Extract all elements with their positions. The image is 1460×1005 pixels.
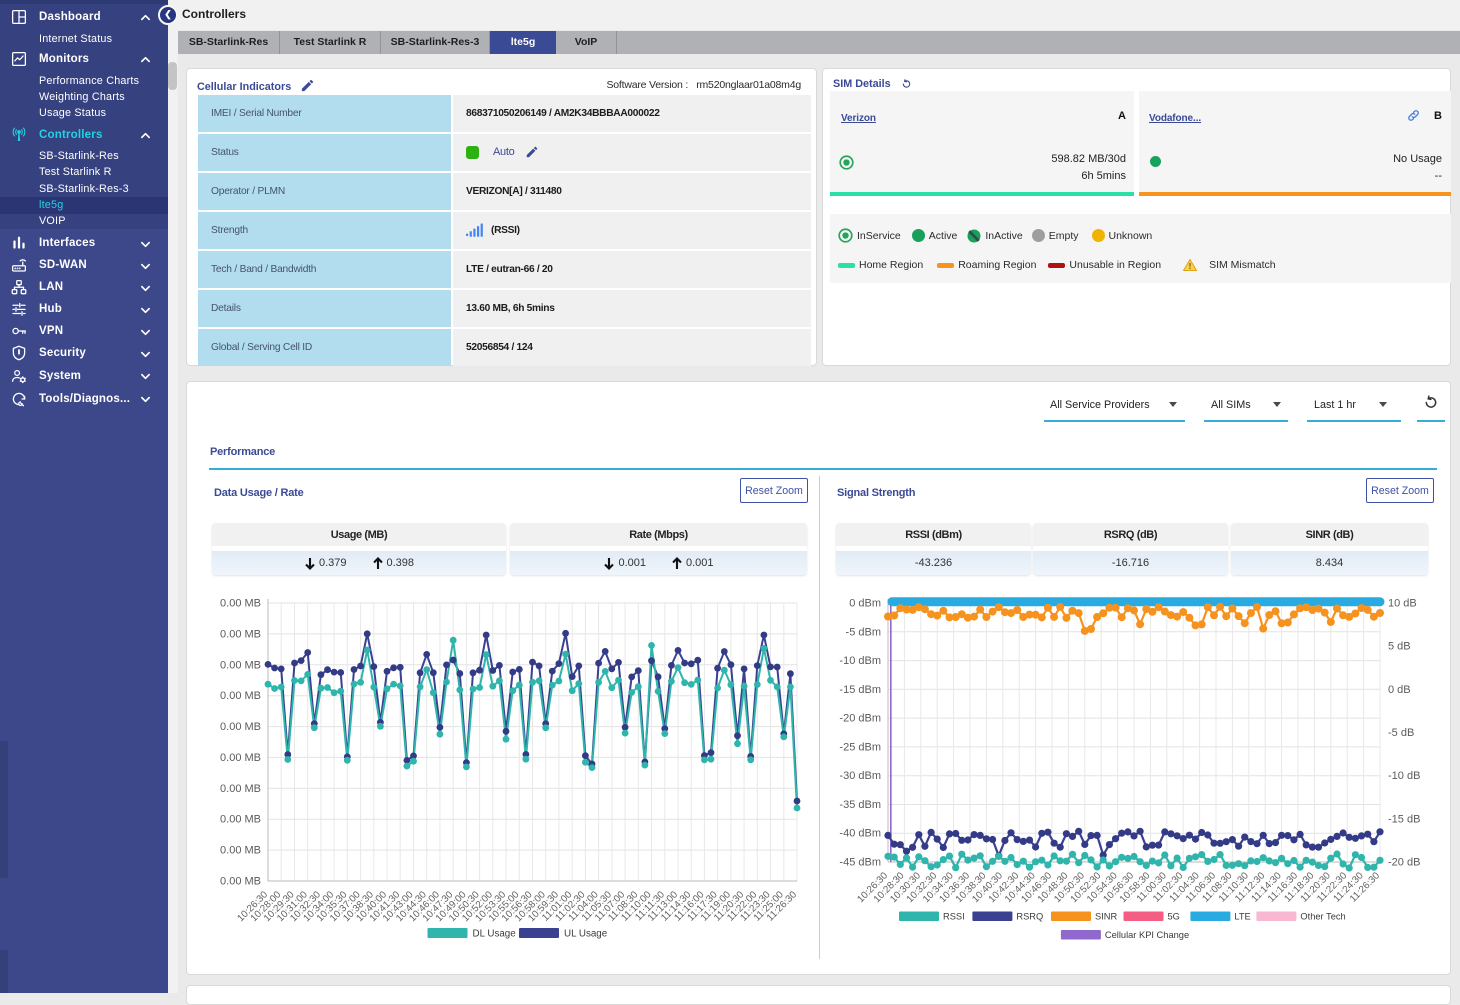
svg-text:Cellular KPI Change: Cellular KPI Change bbox=[1105, 930, 1189, 940]
svg-text:LTE: LTE bbox=[1234, 912, 1250, 922]
svg-text:-20 dBm: -20 dBm bbox=[839, 713, 881, 725]
svg-text:UL Usage: UL Usage bbox=[564, 929, 608, 940]
svg-text:-15 dBm: -15 dBm bbox=[839, 684, 881, 696]
svg-text:0.00 MB: 0.00 MB bbox=[220, 659, 261, 671]
svg-text:-30 dBm: -30 dBm bbox=[839, 770, 881, 782]
svg-text:DL Usage: DL Usage bbox=[473, 929, 517, 940]
svg-text:10 dB: 10 dB bbox=[1388, 598, 1417, 610]
svg-text:0.00 MB: 0.00 MB bbox=[220, 814, 261, 826]
svg-text:-20 dB: -20 dB bbox=[1388, 857, 1420, 869]
svg-text:0.00 MB: 0.00 MB bbox=[220, 876, 261, 888]
svg-text:0.00 MB: 0.00 MB bbox=[220, 598, 261, 610]
svg-text:-15 dB: -15 dB bbox=[1388, 813, 1420, 825]
svg-text:0.00 MB: 0.00 MB bbox=[220, 721, 261, 733]
svg-text:-40 dBm: -40 dBm bbox=[839, 828, 881, 840]
svg-text:Other Tech: Other Tech bbox=[1300, 912, 1345, 922]
svg-text:-45 dBm: -45 dBm bbox=[839, 857, 881, 869]
svg-text:-5 dB: -5 dB bbox=[1388, 727, 1414, 739]
svg-text:0.00 MB: 0.00 MB bbox=[220, 845, 261, 857]
svg-text:-5 dBm: -5 dBm bbox=[846, 626, 881, 638]
svg-text:0.00 MB: 0.00 MB bbox=[220, 752, 261, 764]
svg-text:0.00 MB: 0.00 MB bbox=[220, 783, 261, 795]
svg-text:5G: 5G bbox=[1168, 912, 1180, 922]
svg-text:-10 dBm: -10 dBm bbox=[839, 655, 881, 667]
svg-text:5 dB: 5 dB bbox=[1388, 641, 1411, 653]
svg-text:SINR: SINR bbox=[1095, 912, 1117, 922]
svg-text:0.00 MB: 0.00 MB bbox=[220, 628, 261, 640]
svg-text:0 dBm: 0 dBm bbox=[849, 598, 881, 610]
svg-text:0.00 MB: 0.00 MB bbox=[220, 690, 261, 702]
svg-text:RSRQ: RSRQ bbox=[1016, 912, 1043, 922]
svg-text:-35 dBm: -35 dBm bbox=[839, 799, 881, 811]
svg-text:-25 dBm: -25 dBm bbox=[839, 741, 881, 753]
svg-text:-10 dB: -10 dB bbox=[1388, 770, 1420, 782]
svg-text:0 dB: 0 dB bbox=[1388, 684, 1411, 696]
svg-text:RSSI: RSSI bbox=[943, 912, 965, 922]
